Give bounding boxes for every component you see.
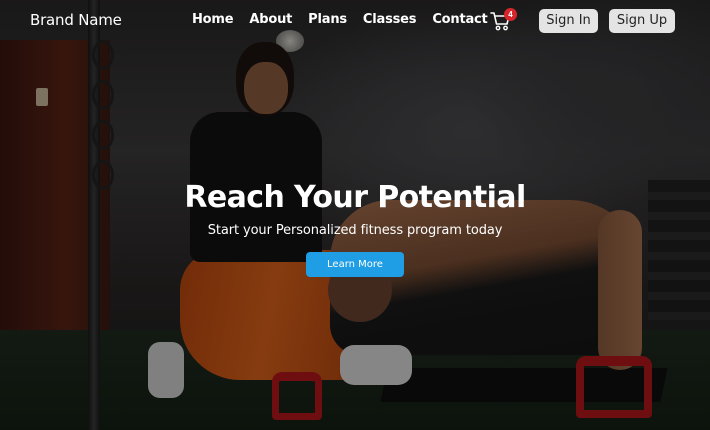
top-navbar: Brand Name Home About Plans Classes Cont… <box>0 0 710 40</box>
hero-background-image <box>0 0 710 430</box>
nav-links: Home About Plans Classes Contact <box>192 12 504 27</box>
hero-subtitle: Start your Personalized fitness program … <box>207 223 503 238</box>
learn-more-button[interactable]: Learn More <box>306 252 404 277</box>
sign-up-button[interactable]: Sign Up <box>609 9 675 33</box>
brand-logo-link[interactable]: Brand Name <box>30 11 122 29</box>
hero-title: Reach Your Potential <box>184 180 526 215</box>
nav-link-contact[interactable]: Contact <box>432 12 487 27</box>
nav-link-about[interactable]: About <box>249 12 292 27</box>
cart-button[interactable]: 4 <box>490 8 518 32</box>
nav-link-plans[interactable]: Plans <box>308 12 347 27</box>
cart-count-badge: 4 <box>504 8 517 21</box>
nav-link-home[interactable]: Home <box>192 12 234 27</box>
hero-dark-overlay <box>0 0 710 430</box>
sign-in-button[interactable]: Sign In <box>539 9 598 33</box>
nav-link-classes[interactable]: Classes <box>363 12 417 27</box>
